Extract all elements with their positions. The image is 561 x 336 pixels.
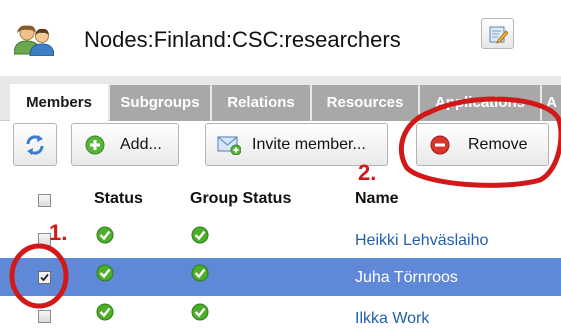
- annotation-step-2: 2.: [358, 160, 377, 185]
- annotation-overlay: [9, 96, 561, 309]
- annotation-circle-checkbox: [9, 243, 69, 309]
- annotation-circle-remove: [398, 96, 561, 188]
- annotation-step-1: 1.: [49, 220, 68, 245]
